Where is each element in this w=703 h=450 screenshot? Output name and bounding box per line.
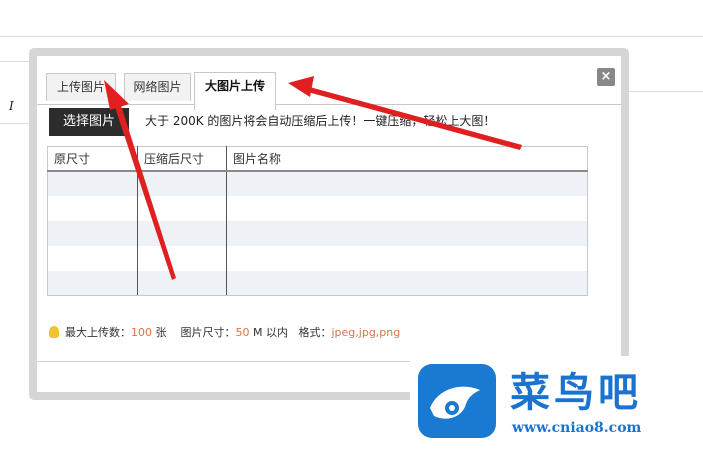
arrow-to-local-tab bbox=[112, 96, 176, 280]
watermark-title: 菜鸟吧 bbox=[510, 369, 642, 416]
screenshot-stage: I U 上传图片 网络图片 大图片上传 × 选择图片 大于 200K 的图片将会… bbox=[0, 0, 703, 450]
watermark: 菜鸟吧 www.cniao8.com bbox=[410, 356, 700, 446]
watermark-url: www.cniao8.com bbox=[512, 420, 642, 436]
arrow-to-large-tab bbox=[304, 86, 522, 150]
arrow-head-large-tab bbox=[288, 76, 314, 97]
bird-logo-icon bbox=[418, 364, 496, 438]
arrow-head-local-tab bbox=[104, 80, 129, 110]
